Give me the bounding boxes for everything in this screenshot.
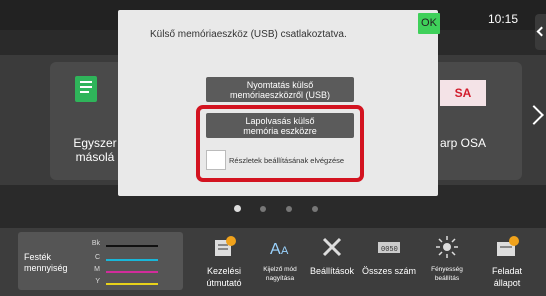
tool-manual[interactable]: Kezelési útmutató: [194, 234, 254, 292]
osa-logo: SA: [440, 80, 486, 106]
tool-label: Kijelző mód nagyítása: [263, 266, 297, 282]
toner-level-bar: [106, 283, 158, 285]
toner-level-bar: [106, 271, 158, 273]
settings-tools-icon: [319, 234, 345, 265]
dialog-message: Külső memóriaeszköz (USB) csatlakoztatva…: [150, 29, 347, 40]
toner-channel-label: C: [94, 254, 100, 261]
page-dot-4[interactable]: [312, 206, 318, 212]
manual-icon: [211, 234, 237, 265]
tool-brightness[interactable]: Fényesség beállítás: [417, 234, 477, 292]
tool-label: Összes szám: [361, 266, 416, 276]
tool-label: Kezelési útmutató: [206, 266, 242, 288]
sharp-osa-label: arp OSA: [440, 136, 487, 150]
side-panel-tab[interactable]: [535, 14, 546, 50]
scan-to-usb-button[interactable]: Lapolvasás külső memória eszközre: [206, 113, 354, 138]
svg-text:0050: 0050: [381, 246, 398, 254]
text-size-icon: AA: [267, 234, 293, 265]
tool-label: Beállítások: [309, 266, 355, 276]
copy-icon: [75, 76, 97, 102]
ok-button[interactable]: OK: [418, 13, 440, 34]
tool-text-size[interactable]: A A Kijelző mód nagyítása: [250, 234, 310, 292]
svg-text:A: A: [281, 245, 289, 257]
page-dot-2[interactable]: [260, 206, 266, 212]
svg-text:A: A: [270, 241, 281, 258]
toner-channel-label: M: [94, 266, 100, 273]
tool-counter[interactable]: 0050 Összes szám: [359, 234, 419, 292]
tool-settings-tools[interactable]: Beállítások: [302, 234, 362, 292]
clock: 10:15: [488, 12, 519, 26]
toner-channel-label: Bk: [91, 240, 100, 247]
brightness-icon: [434, 234, 460, 265]
print-from-usb-button[interactable]: Nyomtatás külső memóriaeszközről (USB): [206, 77, 354, 102]
tool-job-status[interactable]: Feladat állapot: [477, 234, 537, 292]
tool-label: Feladat állapot: [491, 266, 523, 288]
toner-level-bar: [106, 245, 158, 247]
toner-level-bar: [106, 259, 158, 261]
page-dot-1[interactable]: [234, 205, 241, 212]
counter-icon: 0050: [376, 234, 402, 265]
detail-settings-label: Részletek beállításának elvégzése: [229, 156, 345, 165]
toner-label: Festék mennyiség: [24, 252, 68, 273]
toner-channel-label: Y: [95, 278, 100, 285]
page-dot-3[interactable]: [286, 206, 292, 212]
tool-label: Fényesség beállítás: [431, 266, 463, 282]
detail-settings-checkbox[interactable]: [206, 150, 226, 170]
job-status-icon: [494, 234, 520, 265]
